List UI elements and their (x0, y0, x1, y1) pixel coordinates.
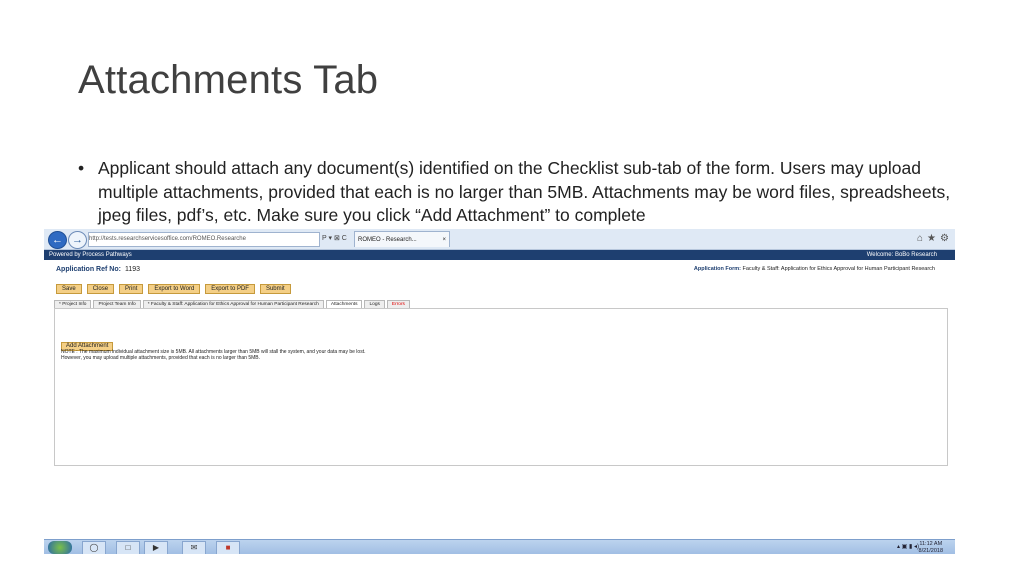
screenshot: ← → http://tests.researchservicesoffice.… (44, 229, 955, 554)
back-icon[interactable]: ← (48, 231, 67, 249)
bullet-marker: • (78, 158, 85, 178)
export-word-button[interactable]: Export to Word (148, 284, 201, 294)
browser-tab-label: ROMEO - Research... (358, 237, 417, 243)
clock[interactable]: 11:12 AM 8/21/2018 (919, 541, 943, 554)
welcome-text: Welcome: BoBo Research (866, 252, 937, 258)
start-button[interactable] (48, 541, 72, 554)
bullet-paragraph: • Applicant should attach any document(s… (78, 157, 958, 228)
powered-by: Powered by Process Pathways (49, 252, 132, 258)
forward-icon[interactable]: → (68, 231, 87, 249)
clock-date: 8/21/2018 (918, 547, 943, 554)
address-bar[interactable]: http://tests.researchservicesoffice.com/… (88, 232, 320, 247)
ref-number: 1193 (124, 266, 141, 273)
note-line-2: However, you may upload multiple attachm… (61, 355, 260, 361)
print-button[interactable]: Print (119, 284, 144, 294)
application-ref: Application Ref No: 1193 (56, 266, 140, 273)
form-label: Application Form: (693, 266, 741, 272)
address-controls[interactable]: P ▾ ⊠ C (322, 232, 347, 245)
browser-tab[interactable]: ROMEO - Research... × (354, 231, 450, 247)
tray-icons[interactable]: ▴ ▣ ▮ ◂) (897, 543, 919, 550)
ref-label: Application Ref No: (56, 266, 121, 273)
close-tab-icon[interactable]: × (442, 232, 446, 247)
submit-button[interactable]: Submit (259, 284, 291, 294)
slide-title: Attachments Tab (78, 58, 379, 102)
browser-chrome: ← → http://tests.researchservicesoffice.… (44, 229, 955, 250)
form-name: Faculty & Staff: Application for Ethics … (742, 266, 936, 272)
ie-icon[interactable]: ◯ (82, 541, 106, 554)
attachment-note: NOTE : The maximum individual attachment… (61, 349, 661, 361)
application-form: Application Form: Faculty & Staff: Appli… (670, 266, 935, 273)
gear-icon[interactable]: ⚙ (940, 232, 949, 245)
save-button[interactable]: Save (56, 284, 82, 294)
powerpoint-icon[interactable]: ■ (216, 541, 240, 554)
toolbar: Save Close Print Export to Word Export to PD… (56, 284, 296, 294)
export-pdf-button[interactable]: Export to PDF (205, 284, 255, 294)
close-button[interactable]: Close (86, 284, 115, 294)
attachments-panel: Add Attachment NOTE : The maximum indivi… (54, 308, 948, 466)
clock-time: 11:12 AM (919, 541, 943, 547)
taskbar: ◯ □ ▶ ✉ ■ ▴ ▣ ▮ ◂) 11:12 AM 8/21/2018 (44, 539, 955, 554)
outlook-icon[interactable]: ✉ (182, 541, 206, 554)
media-player-icon[interactable]: ▶ (144, 541, 168, 554)
home-icon[interactable]: ⌂ (917, 232, 923, 245)
bullet-text: Applicant should attach any document(s) … (98, 158, 951, 225)
app-header-bar: Powered by Process Pathways Welcome: BoB… (44, 250, 955, 260)
folder-icon[interactable]: □ (116, 541, 140, 554)
star-icon[interactable]: ★ (927, 232, 936, 245)
